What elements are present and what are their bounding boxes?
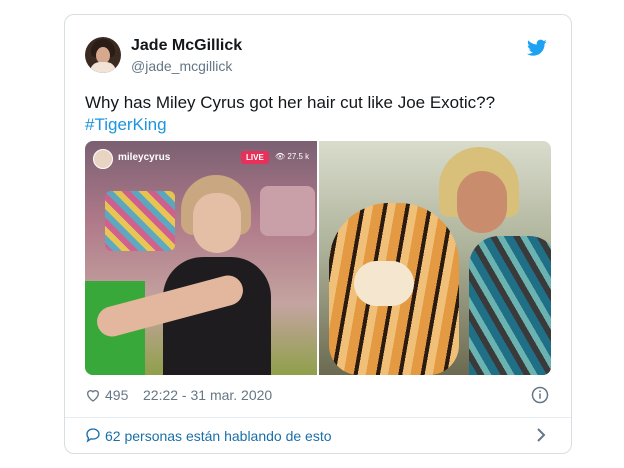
heart-icon[interactable] <box>85 387 101 403</box>
tweet-text: Why has Miley Cyrus got her hair cut lik… <box>85 92 551 136</box>
author-name[interactable]: Jade McGillick <box>131 37 242 55</box>
viewer-count: 👁 27.5 k <box>275 152 310 161</box>
chat-bubble-icon <box>86 428 100 443</box>
talking-count[interactable]: 62 personas están hablando de esto <box>105 428 332 444</box>
info-icon[interactable] <box>531 386 549 404</box>
live-badge: LIVE <box>241 151 269 164</box>
like-count[interactable]: 495 <box>105 387 128 403</box>
ig-avatar <box>93 149 113 169</box>
divider <box>65 417 571 418</box>
hashtag-link[interactable]: #TigerKing <box>85 114 551 136</box>
media-image-right[interactable] <box>319 141 551 375</box>
chevron-right-icon[interactable] <box>535 427 547 443</box>
tweet-media[interactable]: mileycyrus LIVE 👁 27.5 k <box>85 141 551 375</box>
tweet-card[interactable]: Jade McGillick @jade_mcgillick Why has M… <box>64 14 572 454</box>
tweet-body: Why has Miley Cyrus got her hair cut lik… <box>85 93 496 112</box>
ig-username: mileycyrus <box>118 152 171 163</box>
tweet-meta: 495 22:22 - 31 mar. 2020 <box>85 385 551 405</box>
avatar[interactable] <box>85 37 121 73</box>
media-image-left[interactable]: mileycyrus LIVE 👁 27.5 k <box>85 141 317 375</box>
twitter-bird-icon[interactable] <box>527 39 547 57</box>
eye-icon: 👁 <box>275 152 286 161</box>
author-handle[interactable]: @jade_mcgillick <box>131 58 232 74</box>
tweet-header: Jade McGillick @jade_mcgillick <box>85 35 551 75</box>
timestamp[interactable]: 22:22 - 31 mar. 2020 <box>143 387 272 403</box>
conversation-link[interactable]: 62 personas están hablando de esto <box>85 425 551 447</box>
